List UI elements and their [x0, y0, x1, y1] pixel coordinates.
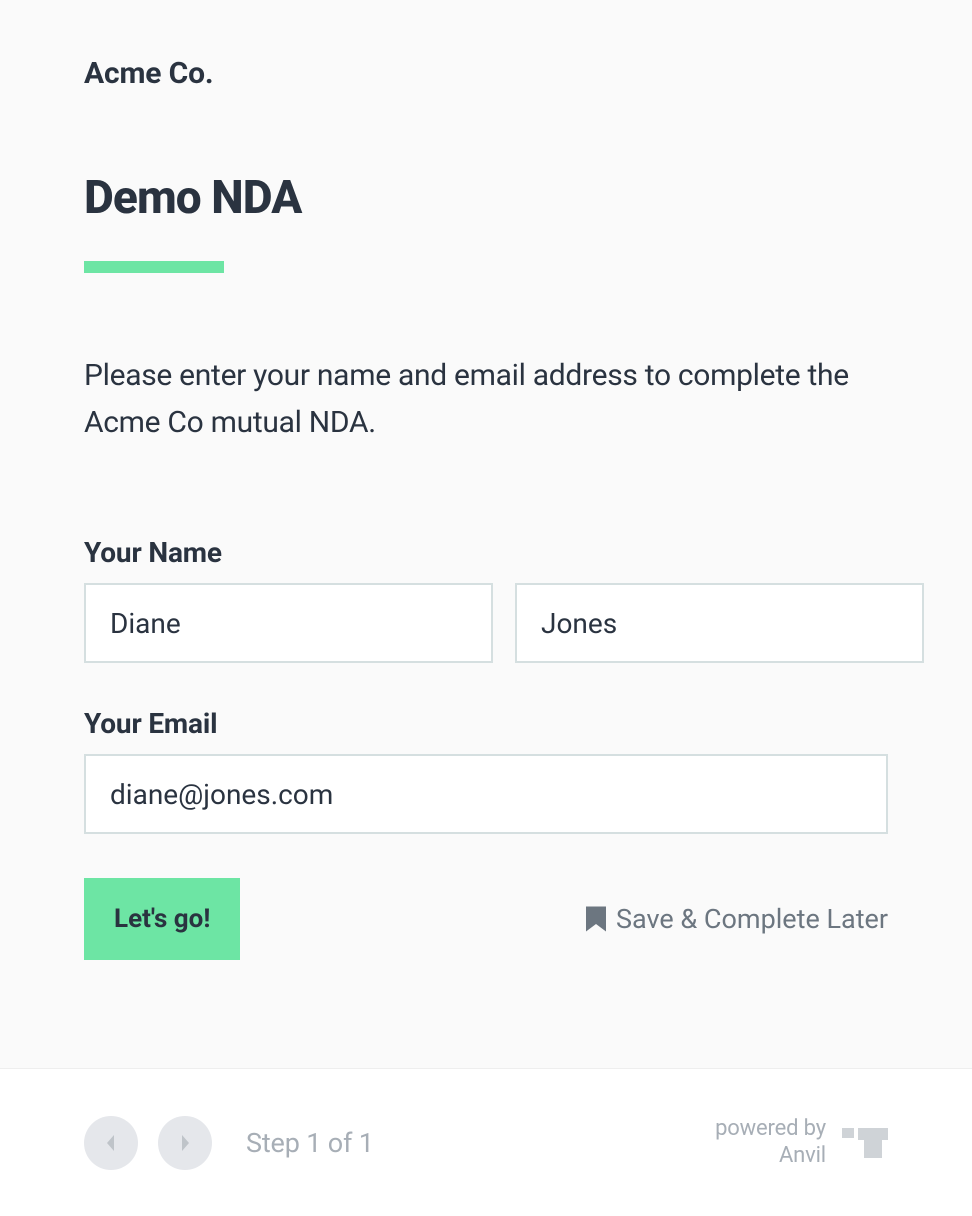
action-row: Let's go! Save & Complete Later [84, 878, 888, 960]
first-name-input[interactable] [84, 583, 493, 663]
step-indicator: Step 1 of 1 [246, 1127, 374, 1159]
instructions-text: Please enter your name and email address… [84, 353, 888, 446]
anvil-logo-icon [842, 1128, 888, 1158]
powered-by-text: powered by Anvil [715, 1116, 826, 1169]
save-later-button[interactable]: Save & Complete Later [586, 903, 888, 935]
email-input[interactable] [84, 754, 888, 834]
next-step-button[interactable] [158, 1116, 212, 1170]
email-label: Your Email [84, 707, 888, 740]
name-label: Your Name [84, 536, 888, 569]
company-name: Acme Co. [84, 56, 888, 91]
save-later-label: Save & Complete Later [616, 903, 888, 935]
footer-right: powered by Anvil [715, 1116, 888, 1169]
submit-button[interactable]: Let's go! [84, 878, 240, 960]
chevron-right-icon [177, 1133, 193, 1153]
footer-left: Step 1 of 1 [84, 1116, 374, 1170]
prev-step-button[interactable] [84, 1116, 138, 1170]
accent-divider [84, 261, 224, 273]
footer: Step 1 of 1 powered by Anvil [0, 1068, 972, 1216]
name-field-group: Your Name [84, 536, 888, 663]
page-title: Demo NDA [84, 171, 888, 225]
powered-by-line2: Anvil [715, 1143, 826, 1169]
chevron-left-icon [103, 1133, 119, 1153]
powered-by-line1: powered by [715, 1116, 826, 1142]
last-name-input[interactable] [515, 583, 924, 663]
bookmark-icon [586, 906, 606, 932]
email-field-group: Your Email [84, 707, 888, 834]
name-row [84, 583, 888, 663]
main-content: Acme Co. Demo NDA Please enter your name… [0, 0, 972, 1068]
